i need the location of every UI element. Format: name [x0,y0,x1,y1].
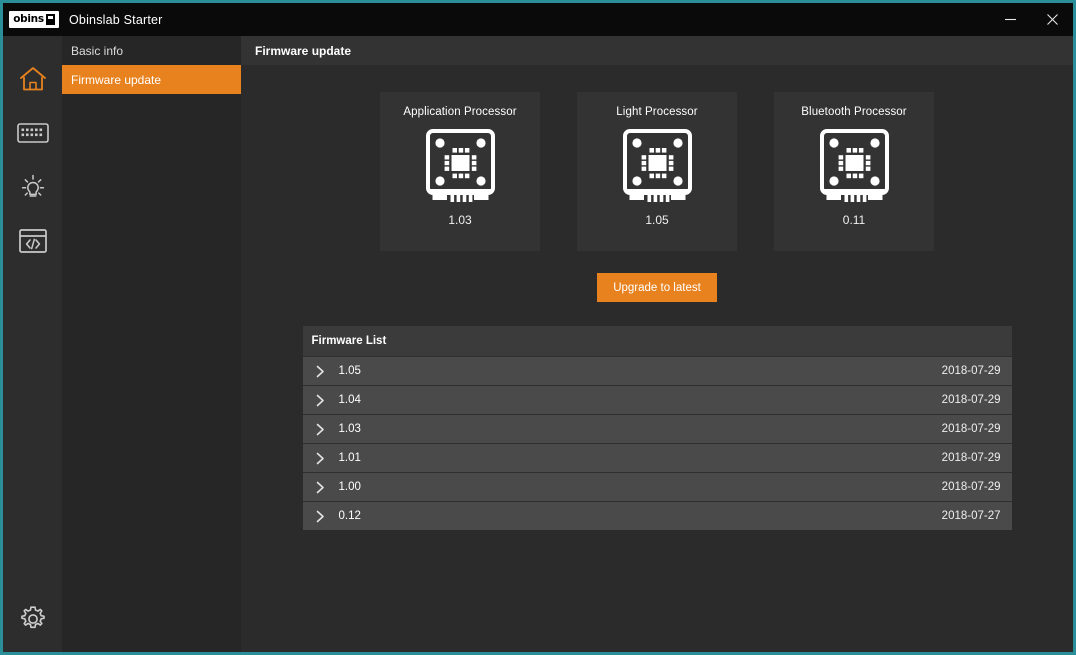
code-window-icon [18,228,48,254]
upgrade-to-latest-button[interactable]: Upgrade to latest [597,273,717,302]
processor-name: Light Processor [616,106,697,118]
nav-item-basic-info[interactable]: Basic info [62,37,241,65]
firmware-version: 0.12 [339,510,361,522]
content-scroll: Application Processor [241,65,1073,652]
table-row[interactable]: 1.03 2018-07-29 [303,414,1012,443]
table-row[interactable]: 1.00 2018-07-29 [303,472,1012,501]
window-body: Basic info Firmware update Firmware upda… [3,36,1073,652]
obins-mark-icon [46,14,55,25]
nav-item-label: Basic info [71,44,123,58]
nav-item-firmware-update[interactable]: Firmware update [62,65,241,94]
chevron-right-icon[interactable] [316,394,330,407]
minimize-button[interactable] [989,3,1031,36]
nav-item-label: Firmware update [71,73,161,87]
chevron-right-icon[interactable] [316,423,330,436]
home-icon [18,65,48,93]
lightbulb-icon [18,172,48,202]
close-button[interactable] [1031,3,1073,36]
firmware-date: 2018-07-29 [942,365,1001,377]
rail-item-macro[interactable] [3,214,62,268]
icon-rail [3,36,62,652]
firmware-list-title: Firmware List [303,326,1012,356]
chevron-right-icon[interactable] [316,452,330,465]
keyboard-icon [17,122,49,144]
chevron-right-icon[interactable] [316,510,330,523]
rail-item-lighting[interactable] [3,160,62,214]
rail-item-home[interactable] [3,52,62,106]
table-row[interactable]: 1.01 2018-07-29 [303,443,1012,472]
processor-version: 1.05 [645,213,668,227]
application-window: obins Obinslab Starter [0,0,1076,655]
firmware-date: 2018-07-27 [942,510,1001,522]
firmware-date: 2018-07-29 [942,481,1001,493]
chip-icon [422,127,499,204]
chip-icon [619,127,696,204]
processor-version: 1.03 [448,213,471,227]
processor-card-light[interactable]: Light Processor [577,92,737,251]
firmware-list-panel: Firmware List 1.05 2018-07-29 1.04 [303,326,1012,530]
firmware-version: 1.05 [339,365,361,377]
table-row[interactable]: 1.05 2018-07-29 [303,356,1012,385]
firmware-date: 2018-07-29 [942,452,1001,464]
processor-version: 0.11 [843,213,865,227]
firmware-version: 1.00 [339,481,361,493]
firmware-date: 2018-07-29 [942,394,1001,406]
content-area: Firmware update Application Processor [241,36,1073,652]
chip-icon [816,127,893,204]
nav-panel: Basic info Firmware update [62,36,241,652]
page-title: Firmware update [241,36,1073,65]
firmware-version: 1.03 [339,423,361,435]
firmware-version: 1.01 [339,452,361,464]
firmware-date: 2018-07-29 [942,423,1001,435]
rail-item-keyboard[interactable] [3,106,62,160]
processor-card-application[interactable]: Application Processor [380,92,540,251]
table-row[interactable]: 0.12 2018-07-27 [303,501,1012,530]
window-controls [989,3,1073,36]
processor-cards: Application Processor [241,92,1073,251]
title-bar: obins Obinslab Starter [3,3,1073,36]
rail-item-settings[interactable] [3,590,62,652]
processor-card-bluetooth[interactable]: Bluetooth Processor [774,92,934,251]
app-title: Obinslab Starter [69,13,163,27]
firmware-version: 1.04 [339,394,361,406]
table-row[interactable]: 1.04 2018-07-29 [303,385,1012,414]
obins-logo: obins [9,11,59,28]
upgrade-row: Upgrade to latest [241,273,1073,302]
chevron-right-icon[interactable] [316,481,330,494]
gear-icon [18,604,48,639]
processor-name: Bluetooth Processor [801,106,906,118]
processor-name: Application Processor [403,106,516,118]
logo-wordmark: obins [13,14,44,25]
chevron-right-icon[interactable] [316,365,330,378]
